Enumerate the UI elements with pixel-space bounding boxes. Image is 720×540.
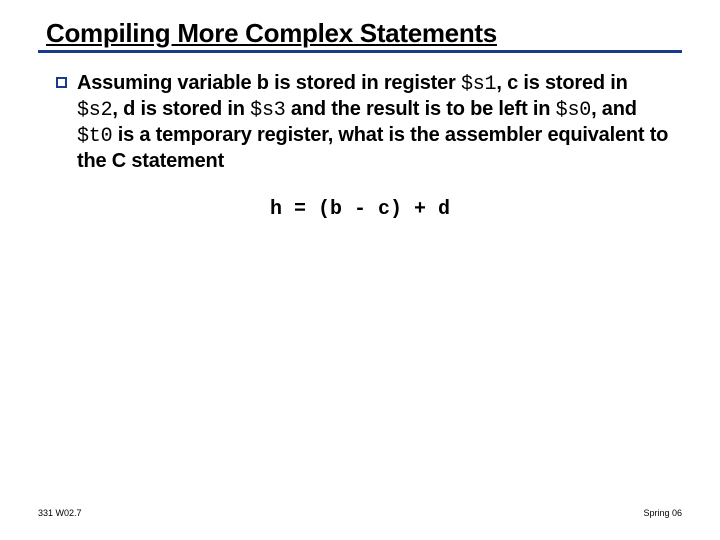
register-code: $t0 xyxy=(77,125,112,148)
slide: Compiling More Complex Statements Assumi… xyxy=(0,0,720,540)
bullet-text: Assuming variable b is stored in registe… xyxy=(77,71,672,174)
text-part: , c is stored in xyxy=(496,72,627,94)
page-title: Compiling More Complex Statements xyxy=(46,18,682,49)
code-statement: h = (b - c) + d xyxy=(38,198,682,221)
register-code: $s3 xyxy=(250,99,285,122)
text-part: , d is stored in xyxy=(112,98,250,120)
bullet-item: Assuming variable b is stored in registe… xyxy=(38,71,682,174)
footer-left: 331 W02.7 xyxy=(38,508,82,518)
text-part: is a temporary register, what is the ass… xyxy=(77,124,668,172)
text-part: Assuming variable b is stored in registe… xyxy=(77,72,461,94)
register-code: $s2 xyxy=(77,99,112,122)
text-part: , and xyxy=(591,98,637,120)
title-underline-wrap: Compiling More Complex Statements xyxy=(38,18,682,53)
text-part: and the result is to be left in xyxy=(286,98,556,120)
bullet-square-icon xyxy=(56,77,67,88)
register-code: $s0 xyxy=(556,99,591,122)
register-code: $s1 xyxy=(461,73,496,96)
footer-right: Spring 06 xyxy=(643,508,682,518)
